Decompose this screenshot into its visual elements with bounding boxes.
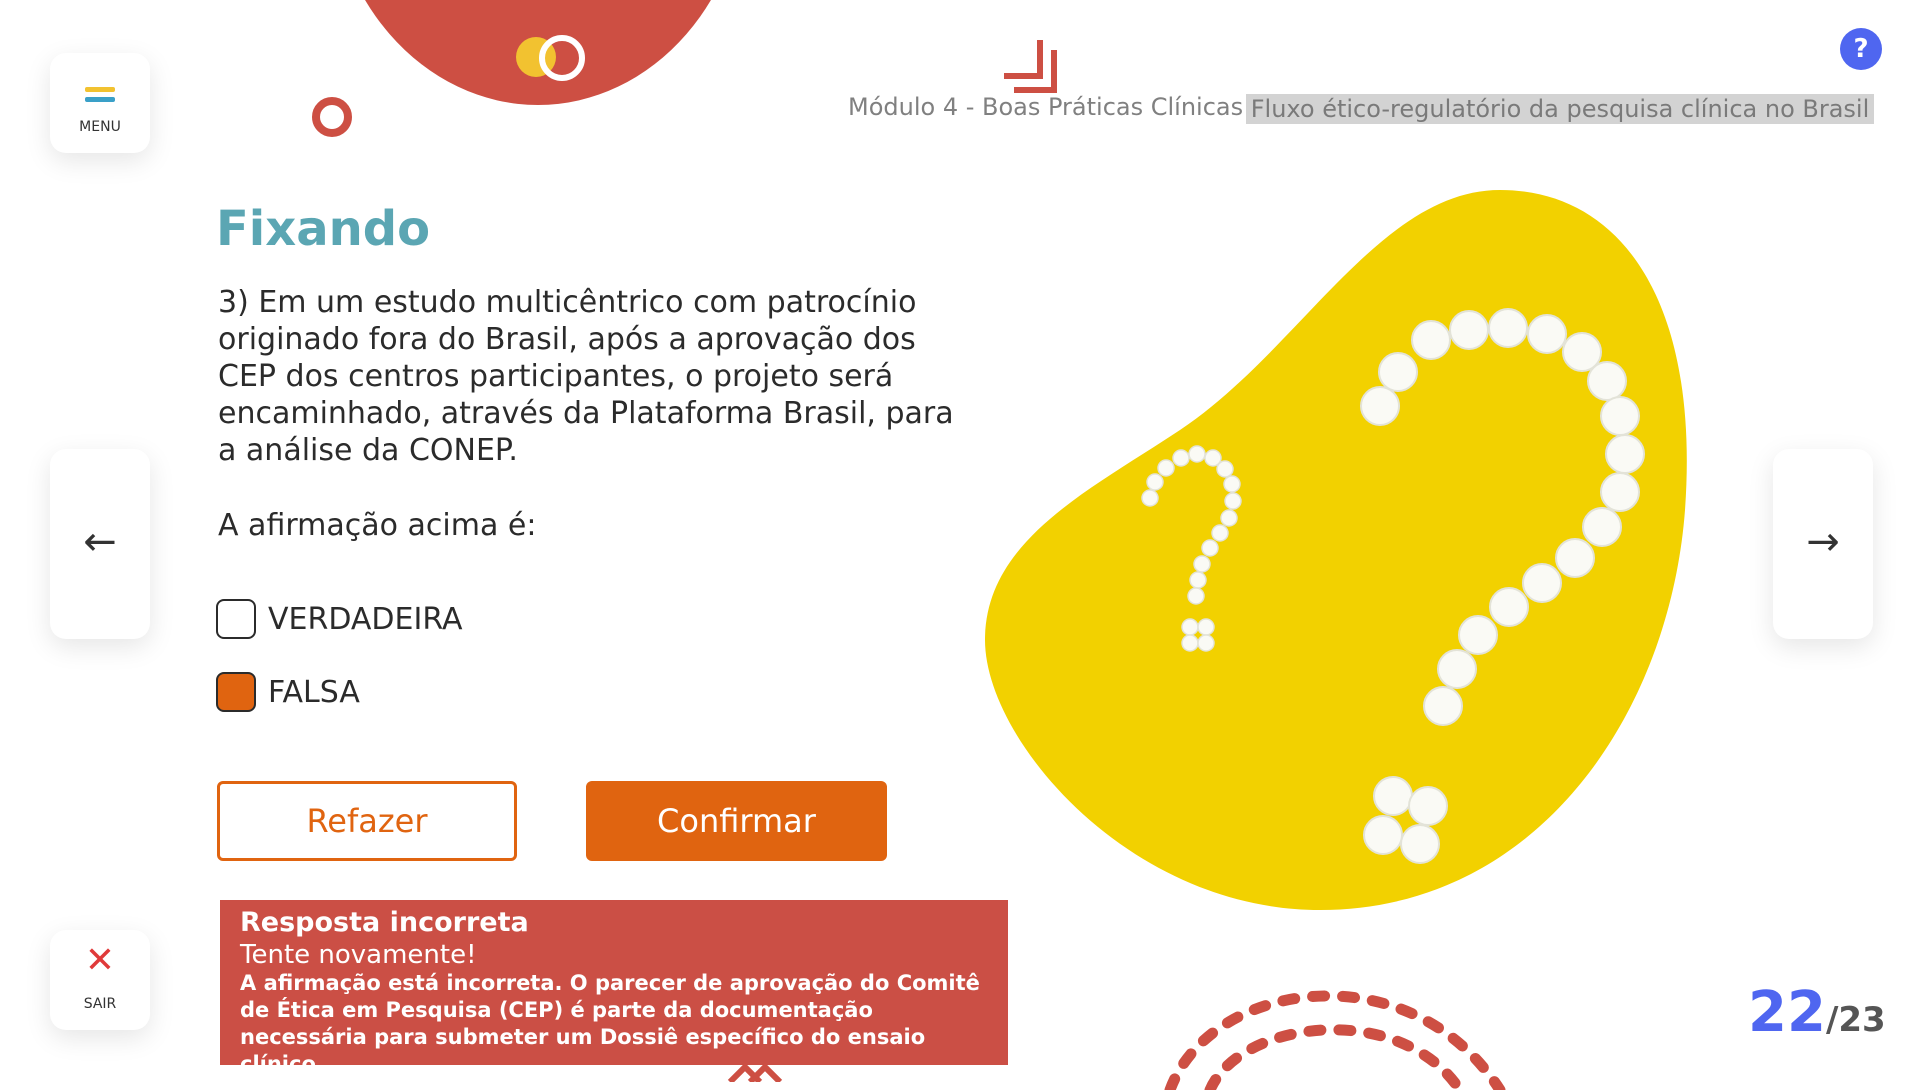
page-total: /23 xyxy=(1825,1000,1886,1040)
close-icon: ✕ xyxy=(84,940,116,981)
feedback-body: A afirmação está incorreta. O parecer de… xyxy=(240,971,980,1076)
question-prompt: A afirmação acima é: xyxy=(218,508,537,543)
decorative-ring-white xyxy=(539,35,585,81)
confirm-button[interactable]: Confirmar xyxy=(586,781,887,861)
page-counter: 22/23 xyxy=(1748,980,1886,1045)
feedback-panel: Resposta incorreta Tente novamente! A af… xyxy=(220,900,1008,1076)
page-current: 22 xyxy=(1748,980,1826,1045)
option-label: FALSA xyxy=(268,674,360,710)
question-text: 3) Em um estudo multicêntrico com patroc… xyxy=(218,285,954,468)
option-verdadeira[interactable]: VERDADEIRA xyxy=(216,597,462,641)
decorative-dotted-arcs xyxy=(1164,990,1506,1090)
option-checkbox[interactable] xyxy=(216,599,256,639)
redo-button[interactable]: Refazer xyxy=(217,781,517,861)
option-label: VERDADEIRA xyxy=(268,601,463,637)
exit-label: SAIR xyxy=(83,996,117,1012)
question-mark-illustration xyxy=(985,190,1687,910)
topic-badge: Fluxo ético-regulatório da pesquisa clín… xyxy=(1246,94,1874,124)
prev-page-button[interactable]: ← xyxy=(50,449,150,639)
module-title: Módulo 4 - Boas Práticas Clínicas xyxy=(848,93,1244,121)
option-checkbox-selected[interactable] xyxy=(216,672,256,712)
decorative-chevron-bottom xyxy=(727,1062,783,1082)
feedback-title: Resposta incorreta xyxy=(240,907,529,938)
arrow-right-icon: → xyxy=(1806,519,1840,565)
menu-label: MENU xyxy=(79,119,121,135)
option-falsa[interactable]: FALSA xyxy=(216,670,360,714)
feedback-subtitle: Tente novamente! xyxy=(240,940,477,970)
arrow-left-icon: ← xyxy=(83,519,117,565)
exit-button[interactable]: ✕ SAIR xyxy=(50,930,150,1030)
help-button[interactable]: ? xyxy=(1840,28,1882,70)
menu-button[interactable]: MENU xyxy=(50,53,150,153)
decorative-chevron xyxy=(1004,40,1057,93)
next-page-button[interactable]: → xyxy=(1773,449,1873,639)
decorative-ring xyxy=(312,97,352,137)
page-title: Fixando xyxy=(216,201,431,257)
menu-icon xyxy=(85,87,115,107)
